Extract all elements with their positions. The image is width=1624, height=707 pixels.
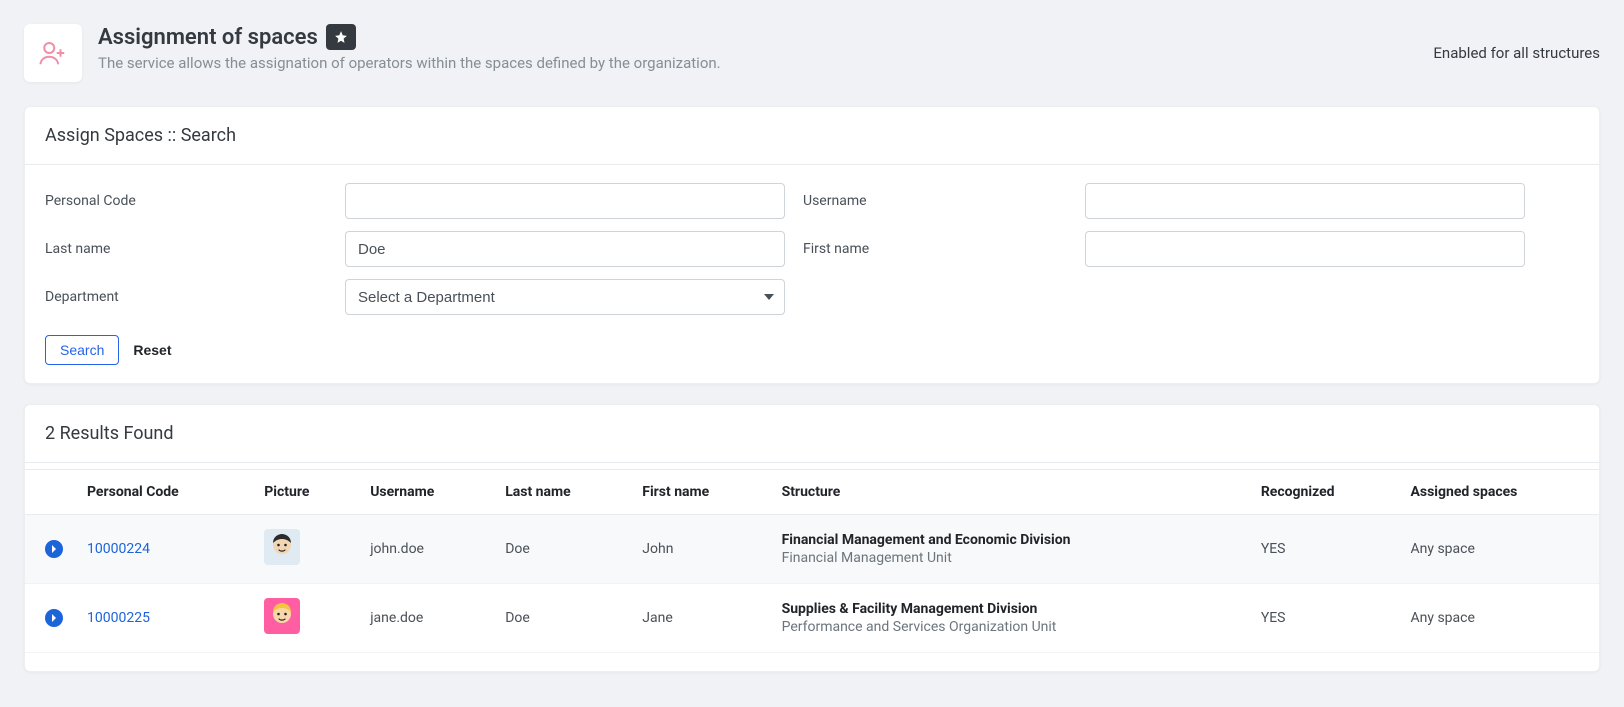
cell-assigned-spaces: Any space [1399,515,1600,584]
personal-code-input[interactable] [345,183,785,219]
avatar [264,598,300,634]
first-name-input[interactable] [1085,231,1525,267]
star-icon [334,30,348,44]
search-panel-title: Assign Spaces :: Search [25,107,1599,165]
cell-recognized: YES [1249,584,1399,653]
table-row: 10000225 jane.doeDoeJaneSupplies & Facili… [25,584,1599,653]
person-plus-icon [38,38,68,68]
col-structure: Structure [770,470,1249,515]
label-first-name: First name [785,241,1085,257]
results-title: 2 Results Found [25,405,1599,463]
department-select[interactable]: Select a Department [345,279,785,315]
cell-first-name: Jane [630,584,769,653]
label-department: Department [45,289,345,305]
table-row: 10000224 john.doeDoeJohnFinancial Managem… [25,515,1599,584]
col-first-name: First name [630,470,769,515]
cell-username: john.doe [358,515,493,584]
col-last-name: Last name [493,470,630,515]
personal-code-link[interactable]: 10000225 [87,610,150,626]
page-icon-box [24,24,82,82]
cell-first-name: John [630,515,769,584]
col-username: Username [358,470,493,515]
cell-username: jane.doe [358,584,493,653]
expand-row-button[interactable] [45,609,63,627]
col-picture: Picture [252,470,358,515]
favorite-badge[interactable] [326,24,356,50]
cell-last-name: Doe [493,584,630,653]
col-recognized: Recognized [1249,470,1399,515]
page-title-block: Assignment of spaces The service allows … [98,24,721,72]
page-title: Assignment of spaces [98,25,318,50]
cell-assigned-spaces: Any space [1399,584,1600,653]
page-subtitle: The service allows the assignation of op… [98,54,721,72]
cell-last-name: Doe [493,515,630,584]
cell-structure: Financial Management and Economic Divisi… [770,515,1249,584]
personal-code-link[interactable]: 10000224 [87,541,150,557]
col-personal-code: Personal Code [75,470,252,515]
header-scope-label: Enabled for all structures [1433,44,1600,62]
search-card: Assign Spaces :: Search Personal Code Us… [24,106,1600,384]
label-last-name: Last name [45,241,345,257]
expand-row-button[interactable] [45,540,63,558]
cell-structure: Supplies & Facility Management DivisionP… [770,584,1249,653]
cell-recognized: YES [1249,515,1399,584]
results-table: Personal Code Picture Username Last name… [25,469,1599,653]
results-card: 2 Results Found Personal Code Picture Us… [24,404,1600,672]
avatar [264,529,300,565]
chevron-right-icon [50,545,58,553]
page-header: Assignment of spaces The service allows … [0,0,1624,106]
username-input[interactable] [1085,183,1525,219]
last-name-input[interactable] [345,231,785,267]
search-button[interactable]: Search [45,335,119,365]
label-username: Username [785,193,1085,209]
col-assigned-spaces: Assigned spaces [1399,470,1600,515]
reset-button[interactable]: Reset [133,342,171,358]
label-personal-code: Personal Code [45,193,345,209]
chevron-right-icon [50,614,58,622]
